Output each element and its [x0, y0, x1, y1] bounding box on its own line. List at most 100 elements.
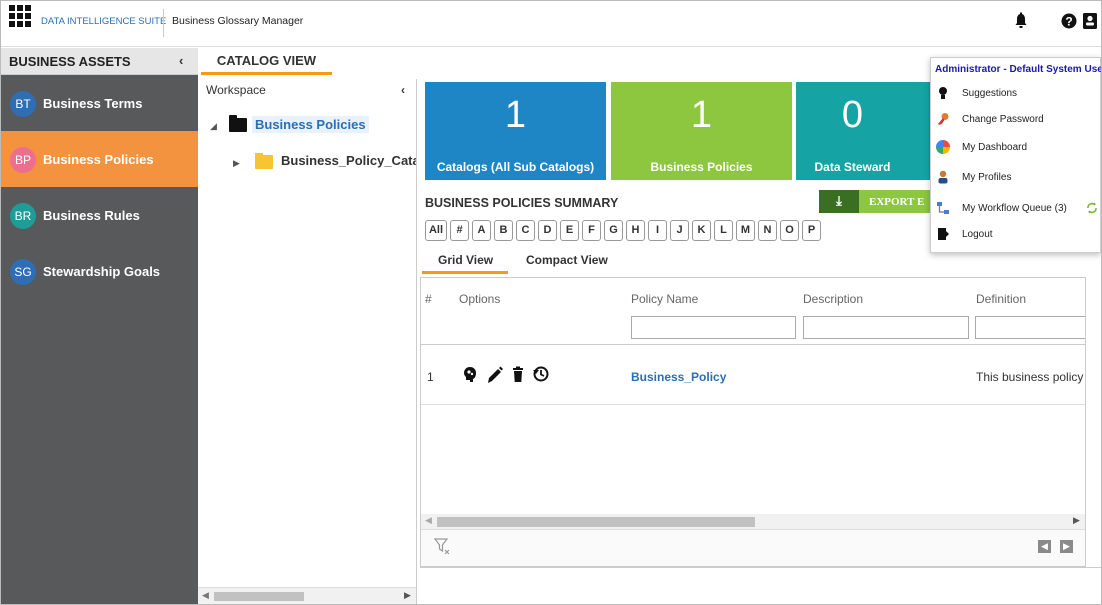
policy-name-filter-input[interactable] [631, 316, 796, 339]
bell-icon[interactable] [1013, 12, 1029, 30]
tree-node-business-policies[interactable]: ◢ Business Policies [198, 115, 416, 138]
menu-item-logout[interactable]: Logout [931, 225, 1100, 247]
svg-text:?: ? [1065, 15, 1072, 29]
alpha-filter-button[interactable]: H [626, 220, 645, 241]
scroll-left-icon[interactable]: ◀ [202, 590, 209, 601]
alpha-filter-button[interactable]: O [780, 220, 799, 241]
logout-icon [938, 228, 949, 240]
alpha-filter-button[interactable]: P [802, 220, 821, 241]
grid-horizontal-scrollbar[interactable]: ◀ ▶ [421, 514, 1085, 529]
alpha-filter-button[interactable]: D [538, 220, 557, 241]
sidebar-item-stewardship-goals[interactable]: SG Stewardship Goals [1, 243, 198, 299]
alpha-filter-button[interactable]: E [560, 220, 579, 241]
menu-item-label: My Dashboard [962, 142, 1028, 153]
alpha-filter-button[interactable]: K [692, 220, 711, 241]
export-button[interactable]: ⤓ EXPORT E [819, 190, 931, 213]
pencil-icon[interactable] [485, 364, 503, 386]
tree-expand-icon[interactable]: ▶ [233, 158, 240, 169]
history-icon[interactable] [531, 364, 549, 386]
alpha-filter-button[interactable]: C [516, 220, 535, 241]
tile-caption: Catalogs (All Sub Catalogs) [436, 160, 595, 174]
scroll-left-icon[interactable]: ◀ [425, 515, 432, 526]
user-dropdown-menu: Administrator - Default System User Sugg… [930, 57, 1101, 253]
policy-name-link[interactable]: Business_Policy [631, 370, 726, 384]
clear-filter-icon[interactable] [433, 536, 451, 556]
tile-catalogs[interactable]: 1 Catalogs (All Sub Catalogs) [425, 82, 606, 180]
collapse-workspace-icon[interactable]: ‹ [401, 83, 405, 97]
business-policies-badge: BP [10, 147, 36, 173]
workspace-scrollbar[interactable]: ◀ ▶ [198, 587, 416, 604]
description-filter-input[interactable] [803, 316, 969, 339]
alpha-filter-button[interactable]: M [736, 220, 755, 241]
scroll-thumb[interactable] [214, 592, 304, 601]
alpha-filter-button[interactable]: I [648, 220, 667, 241]
profile-icon [938, 170, 948, 184]
menu-item-change-password[interactable]: Change Password [931, 110, 1100, 132]
apps-grid-icon[interactable] [9, 5, 31, 27]
brain-icon[interactable] [461, 364, 479, 386]
help-icon[interactable]: ? [1061, 12, 1077, 30]
tile-data-steward[interactable]: 0 Data Steward [796, 82, 930, 180]
sidebar: BT Business Terms BP Business Policies B… [1, 75, 198, 604]
content-footer-area [420, 567, 1101, 604]
sidebar-item-label: Business Terms [43, 96, 143, 111]
tab-grid-view[interactable]: Grid View [438, 253, 493, 267]
scroll-thumb[interactable] [437, 517, 755, 527]
tree-expand-icon[interactable]: ◢ [210, 121, 217, 132]
business-rules-badge: BR [10, 203, 36, 229]
prev-page-icon[interactable]: ◀ [1038, 540, 1051, 553]
menu-item-label: Suggestions [962, 88, 1018, 99]
folder-icon [255, 153, 273, 169]
grid-footer: ◀ ▶ [421, 529, 1085, 566]
top-bar: DATA INTELLIGENCE SUITE Business Glossar… [1, 1, 1101, 47]
sidebar-item-business-rules[interactable]: BR Business Rules [1, 187, 198, 243]
alpha-filter-button[interactable]: N [758, 220, 777, 241]
column-header-description[interactable]: Description [803, 292, 863, 306]
tile-count: 1 [504, 94, 527, 136]
column-header-policy-name[interactable]: Policy Name [631, 292, 698, 306]
column-header-definition[interactable]: Definition [976, 292, 1026, 306]
alpha-filter-button[interactable]: All [425, 220, 447, 241]
definition-filter-input[interactable] [975, 316, 1085, 339]
business-terms-badge: BT [10, 91, 36, 117]
alpha-filter-button[interactable]: # [450, 220, 469, 241]
menu-item-suggestions[interactable]: Suggestions [931, 84, 1100, 106]
policies-grid: # Options Policy Name Description Defini… [420, 277, 1086, 567]
next-page-icon[interactable]: ▶ [1060, 540, 1073, 553]
tab-catalog-view[interactable]: CATALOG VIEW [201, 48, 332, 75]
tile-count: 1 [690, 94, 713, 136]
scroll-right-icon[interactable]: ▶ [404, 590, 411, 601]
refresh-icon[interactable] [1086, 201, 1098, 215]
menu-item-my-profiles[interactable]: My Profiles [931, 168, 1100, 190]
menu-item-my-workflow-queue[interactable]: My Workflow Queue (3) [931, 199, 1100, 221]
alpha-filter-button[interactable]: B [494, 220, 513, 241]
alpha-filter-button[interactable]: L [714, 220, 733, 241]
workspace-panel: Workspace ‹ ◢ Business Policies ▶ Busine… [198, 79, 417, 604]
dashboard-icon [936, 140, 950, 154]
tree-node-business-policy-catalog[interactable]: ▶ Business_Policy_Catal [198, 153, 416, 175]
download-icon: ⤓ [819, 190, 859, 213]
alpha-filter-button[interactable]: F [582, 220, 601, 241]
row-number: 1 [427, 370, 434, 384]
divider [163, 9, 164, 37]
sidebar-item-business-terms[interactable]: BT Business Terms [1, 75, 198, 131]
tile-business-policies[interactable]: 1 Business Policies [611, 82, 792, 180]
alpha-filter-button[interactable]: A [472, 220, 491, 241]
tab-compact-view[interactable]: Compact View [526, 253, 608, 267]
menu-item-label: Change Password [962, 114, 1044, 125]
tree-node-label: Business_Policy_Catal [281, 153, 416, 168]
sidebar-item-label: Business Rules [43, 208, 140, 223]
menu-item-my-dashboard[interactable]: My Dashboard [931, 138, 1100, 160]
user-icon[interactable] [1082, 12, 1098, 30]
folder-icon [229, 115, 247, 132]
scroll-right-icon[interactable]: ▶ [1073, 515, 1080, 526]
alpha-filter-button[interactable]: J [670, 220, 689, 241]
sidebar-item-label: Business Policies [43, 152, 154, 167]
column-header-options: Options [459, 292, 501, 306]
sidebar-item-business-policies[interactable]: BP Business Policies [1, 131, 198, 187]
workspace-title: Workspace [206, 83, 266, 97]
trash-icon[interactable] [509, 364, 527, 386]
menu-item-label: My Profiles [962, 172, 1012, 183]
alpha-filter-button[interactable]: G [604, 220, 623, 241]
collapse-sidebar-icon[interactable]: ‹ [179, 53, 183, 68]
